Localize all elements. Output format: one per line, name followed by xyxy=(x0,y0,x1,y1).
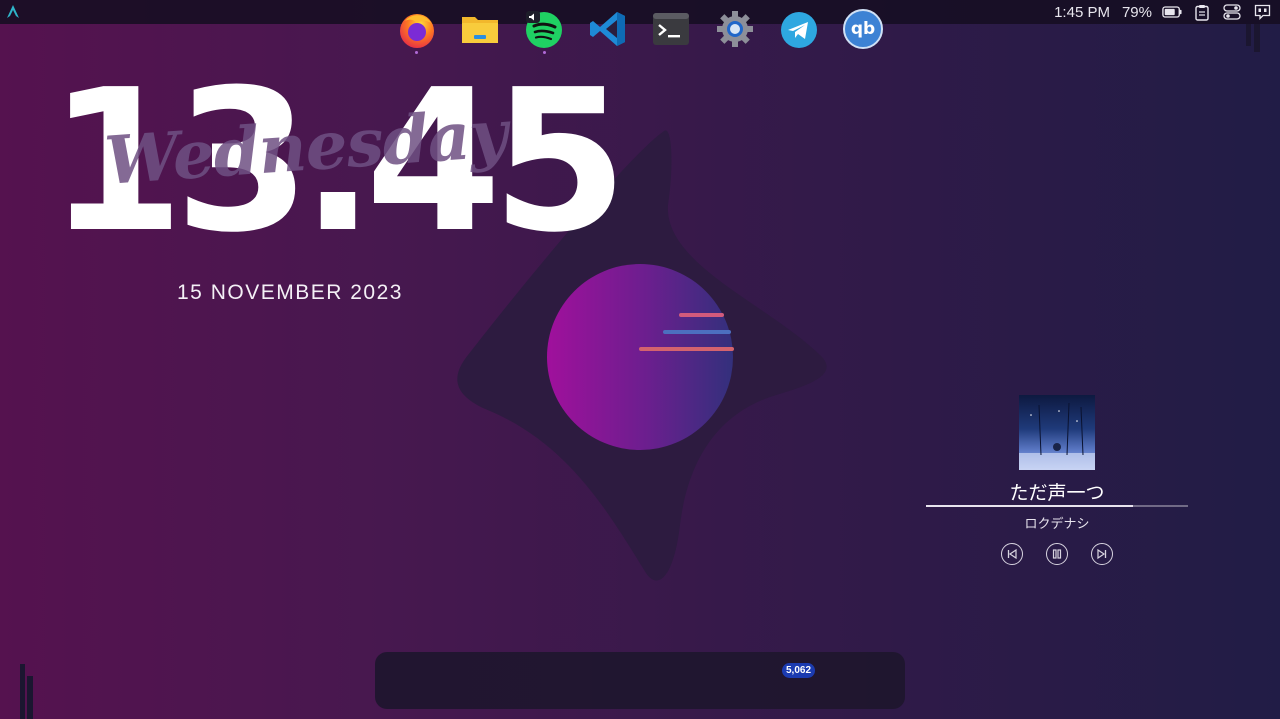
clock-date: 15 NOVEMBER 2023 xyxy=(177,281,403,304)
vscode-icon[interactable] xyxy=(588,9,628,49)
arch-launcher-icon[interactable] xyxy=(5,4,21,20)
telegram-unread-badge: 5,062 xyxy=(782,663,816,678)
qbittorrent-label: qb xyxy=(850,19,876,39)
media-player-widget: ただ声一つ ロクデナシ xyxy=(926,395,1188,575)
qbittorrent-icon[interactable]: qb xyxy=(843,9,883,49)
firefox-icon[interactable] xyxy=(397,9,437,49)
next-button[interactable] xyxy=(1091,543,1113,565)
track-progress-fill xyxy=(926,505,1133,507)
battery-percent[interactable]: 79% xyxy=(1122,4,1152,21)
previous-icon xyxy=(1007,548,1017,560)
telegram-icon[interactable] xyxy=(779,9,819,49)
panel-clock[interactable]: 1:45 PM xyxy=(1054,4,1110,21)
next-icon xyxy=(1097,548,1107,560)
terminal-icon[interactable] xyxy=(651,9,691,49)
settings-icon[interactable] xyxy=(715,9,755,49)
decorative-bar xyxy=(1254,24,1260,52)
track-title: ただ声一つ xyxy=(1009,482,1105,504)
clipboard-icon[interactable] xyxy=(1192,2,1212,22)
spotify-icon[interactable] xyxy=(524,9,564,49)
track-progress-bar[interactable] xyxy=(926,505,1188,507)
dock xyxy=(375,652,905,709)
toggles-icon[interactable] xyxy=(1222,2,1242,22)
previous-button[interactable] xyxy=(1001,543,1023,565)
decorative-bar xyxy=(1246,24,1251,46)
decorative-bar xyxy=(20,664,25,719)
decorative-bar xyxy=(27,676,33,719)
battery-icon[interactable] xyxy=(1162,2,1182,22)
running-indicator xyxy=(543,51,546,54)
running-indicator xyxy=(415,51,418,54)
files-icon[interactable] xyxy=(460,9,500,49)
system-tray: 1:45 PM 79% xyxy=(1054,0,1272,24)
pause-button[interactable] xyxy=(1046,543,1068,565)
pause-icon xyxy=(1052,549,1062,559)
album-cover xyxy=(1019,395,1095,470)
top-panel: 1:45 PM 79% xyxy=(0,0,1280,24)
notifications-icon[interactable] xyxy=(1252,2,1272,22)
track-artist: ロクデナシ xyxy=(1024,517,1090,532)
